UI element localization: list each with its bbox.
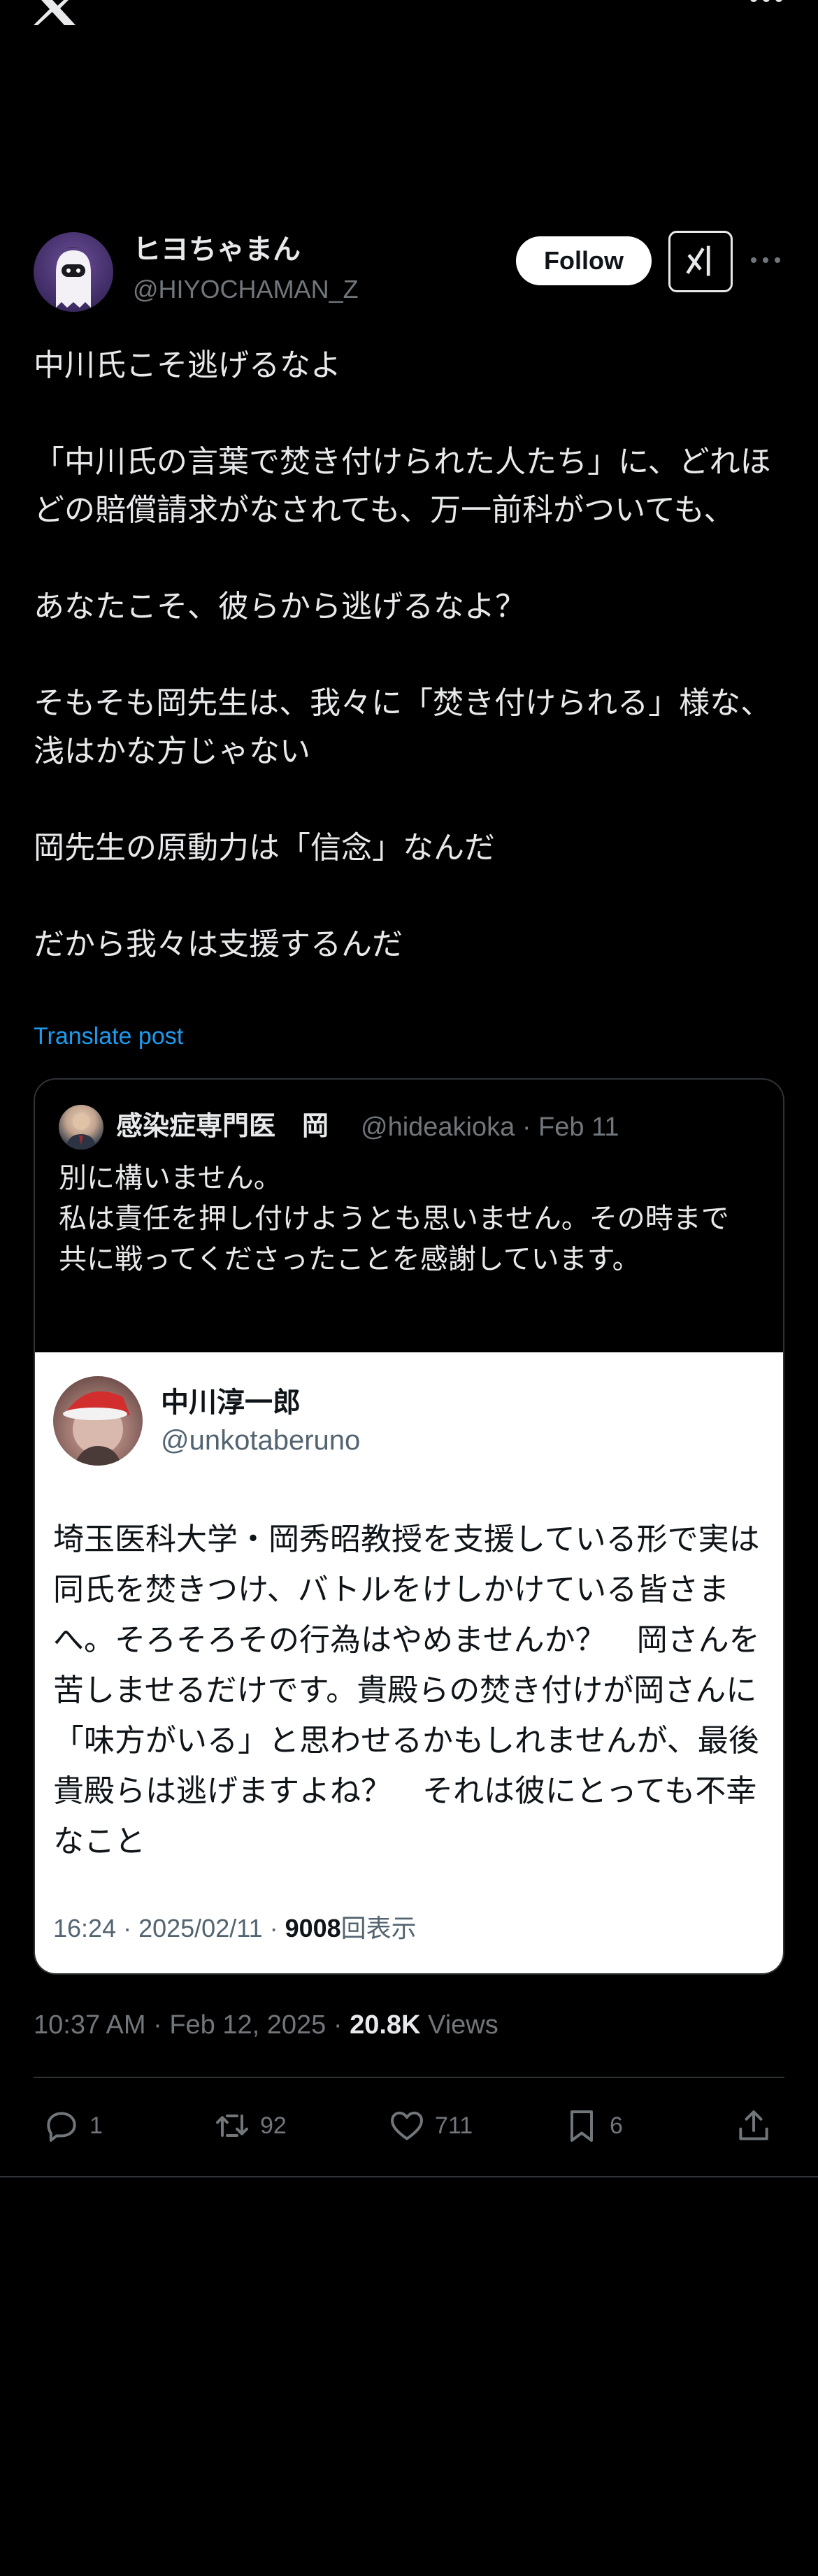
reply-button[interactable]: 1: [42, 2105, 103, 2147]
top-bar: [0, 0, 818, 28]
embedded-views-label: 回表示: [340, 1914, 417, 1942]
heart-icon: [391, 2111, 423, 2140]
follow-button[interactable]: Follow: [516, 236, 652, 285]
tweet-spacer: ​: [34, 631, 784, 679]
tweet-spacer: ​: [34, 775, 784, 824]
grok-icon: [686, 245, 710, 276]
embedded-time: 16:24 · 2025/02/11 ·: [53, 1914, 285, 1942]
top-more-icon[interactable]: [745, 0, 787, 10]
views-count: 20.8K: [350, 2010, 421, 2040]
santa-hat-avatar-icon: [63, 1391, 130, 1466]
divider: [34, 2077, 784, 2078]
quoted-post-card[interactable]: 感染症専門医 岡 @hideakioka · Feb 11 別に構いません。 私…: [34, 1078, 784, 1975]
ghost-avatar-icon: [56, 247, 91, 308]
tweet-text: 中川氏こそ逃げるなよ ​ 「中川氏の言葉で焚き付けられた人たち」に、どれほどの賠…: [34, 341, 784, 968]
quoted-post-text: 別に構いません。 私は責任を押し付けようとも思いません。その時まで 共に戦ってく…: [59, 1158, 758, 1280]
quoted-line: 共に戦ってくださったことを感謝しています。: [59, 1243, 640, 1275]
tweet-paragraph: 岡先生の原動力は「信念」なんだ: [34, 830, 495, 866]
tweet-paragraph: 中川氏こそ逃げるなよ: [34, 348, 341, 383]
repost-count: 92: [260, 2112, 287, 2139]
person-avatar-icon: [66, 1113, 96, 1150]
divider: [0, 2176, 818, 2177]
embedded-post-text: 埼玉医科大学・岡秀昭教授を支援している形で実は同氏を焚きつけ、バトルをけしかけて…: [53, 1522, 760, 1859]
quoted-line: 私は責任を押し付けようとも思いません。その時まで: [59, 1203, 729, 1235]
quoted-handle-date: @hideakioka · Feb 11: [361, 1112, 619, 1142]
translate-post-link[interactable]: Translate post: [34, 1021, 183, 1052]
embedded-author-name: 中川淳一郎: [161, 1387, 301, 1419]
bookmark-icon: [571, 2110, 593, 2142]
tweet-spacer: ​: [34, 872, 784, 920]
post-timestamp: 10:37 AM · Feb 12, 2025 · 20.8K Views: [34, 2007, 498, 2043]
views-label: Views: [428, 2010, 498, 2040]
tweet-paragraph: あなたこそ、彼らから逃げるなよ？: [34, 589, 526, 624]
repost-button[interactable]: 92: [213, 2105, 287, 2147]
embedded-post-meta: 16:24 · 2025/02/11 · 9008回表示: [53, 1912, 417, 1945]
like-count: 711: [435, 2112, 473, 2139]
tweet-spacer: ​: [34, 534, 784, 582]
embedded-screenshot-image[interactable]: 中川淳一郎 @unkotaberuno 埼玉医科大学・岡秀昭教授を支援している形…: [35, 1352, 783, 1973]
tweet-spacer: ​: [34, 389, 784, 438]
repost-icon: [216, 2115, 248, 2137]
bookmark-count: 6: [610, 2112, 623, 2139]
tweet-paragraph: だから我々は支援するんだ: [34, 926, 403, 962]
timestamp-text[interactable]: 10:37 AM · Feb 12, 2025 ·: [34, 2010, 350, 2040]
tweet-paragraph: そもそも岡先生は、我々に「焚き付けられる」様な、浅はかな方じゃない: [34, 685, 772, 769]
x-logo-icon[interactable]: [31, 0, 80, 25]
quoted-author-avatar: [59, 1105, 103, 1150]
action-bar: 1 92 711 6: [0, 2095, 818, 2158]
like-button[interactable]: 711: [387, 2105, 473, 2147]
grok-button[interactable]: [668, 231, 733, 292]
tweet-paragraph: 「中川氏の言葉で焚き付けられた人たち」に、どれほどの賠償請求がなされても、万一前…: [34, 444, 771, 528]
author-display-name[interactable]: ヒヨちゃまん: [133, 232, 301, 267]
embedded-author-handle: @unkotaberuno: [161, 1425, 361, 1456]
bookmark-button[interactable]: 6: [562, 2105, 623, 2147]
reply-icon: [47, 2112, 76, 2142]
author-handle[interactable]: @HIYOCHAMAN_Z: [133, 274, 359, 305]
quoted-line: 別に構いません。: [59, 1162, 282, 1194]
reply-count: 1: [89, 2112, 103, 2139]
share-button[interactable]: [734, 2105, 773, 2147]
post-page: ヒヨちゃまん @HIYOCHAMAN_Z Follow 中川氏こそ逃げるなよ ​…: [0, 0, 818, 2576]
embedded-author-avatar: [53, 1376, 143, 1466]
embedded-views-count: 9008: [285, 1914, 341, 1942]
share-icon: [739, 2110, 768, 2140]
author-avatar[interactable]: [34, 232, 113, 312]
more-options-icon[interactable]: [748, 246, 783, 274]
quoted-author-name: 感染症専門医 岡: [116, 1110, 329, 1141]
